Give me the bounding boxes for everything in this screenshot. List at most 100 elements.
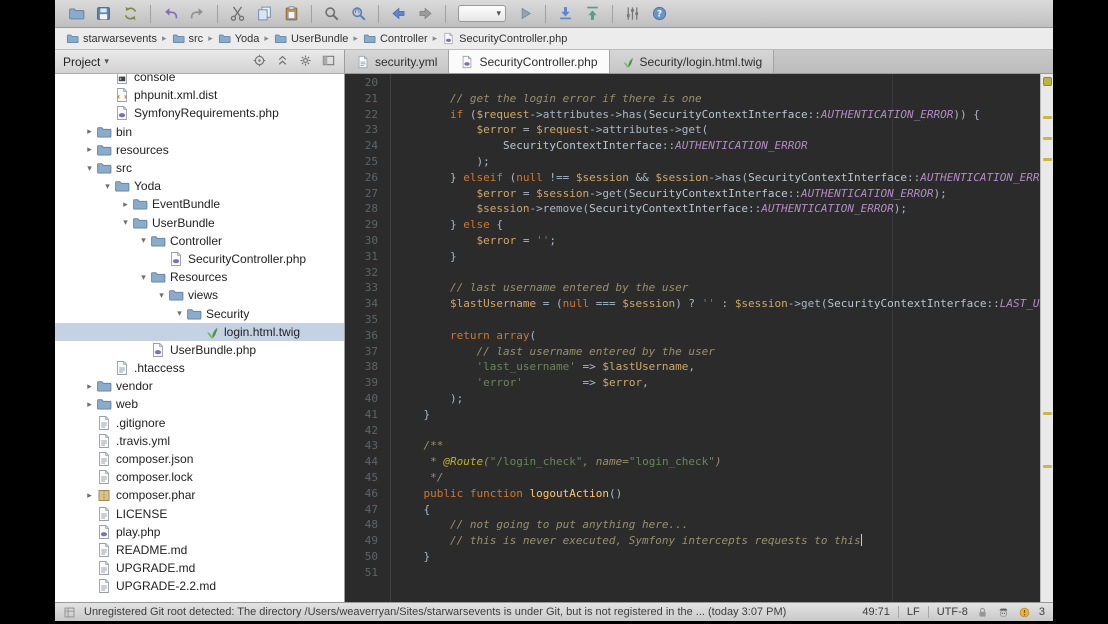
code-line[interactable]: 'last_username' => $lastUsername, <box>391 360 1040 376</box>
gear-button[interactable] <box>298 53 313 71</box>
code-line[interactable]: // last username entered by the user <box>391 345 1040 361</box>
find-button[interactable] <box>319 2 344 26</box>
status-message[interactable]: Unregistered Git root detected: The dire… <box>84 606 854 618</box>
code-line[interactable]: // last username entered by the user <box>391 281 1040 297</box>
code-area[interactable]: // get the login error if there is one i… <box>391 74 1040 602</box>
tree-item-web[interactable]: ▸ web <box>55 395 344 413</box>
error-stripe-mark[interactable] <box>1043 464 1052 468</box>
help-button[interactable]: ? <box>647 2 672 26</box>
tree-item-securitycontroller-php[interactable]: SecurityController.php <box>55 250 344 268</box>
hector-button[interactable] <box>997 606 1010 619</box>
encoding-indicator[interactable]: UTF-8 <box>937 606 968 618</box>
code-line[interactable]: } <box>391 408 1040 424</box>
tree-item-upgrade-2-2-md[interactable]: UPGRADE-2.2.md <box>55 577 344 595</box>
tree-item-eventbundle[interactable]: ▸ EventBundle <box>55 195 344 213</box>
expand-arrow-icon[interactable]: ▸ <box>83 490 96 501</box>
breadcrumb-item-securitycontroller-php[interactable]: SecurityController.php <box>439 32 570 45</box>
code-line[interactable]: */ <box>391 471 1040 487</box>
back-button[interactable] <box>386 2 411 26</box>
run-button[interactable] <box>513 2 538 26</box>
expand-arrow-icon[interactable]: ▸ <box>83 399 96 410</box>
error-stripe-mark[interactable] <box>1043 158 1052 162</box>
code-line[interactable]: $error = $session->get(SecurityContextIn… <box>391 187 1040 203</box>
collapse-arrow-icon[interactable]: ▾ <box>101 181 114 192</box>
tree-item-composer-json[interactable]: composer.json <box>55 450 344 468</box>
tree-item-yoda[interactable]: ▾ Yoda <box>55 177 344 195</box>
collapse-arrow-icon[interactable]: ▾ <box>137 272 150 283</box>
tree-item-readme-md[interactable]: README.md <box>55 541 344 559</box>
tree-item-userbundle-php[interactable]: UserBundle.php <box>55 341 344 359</box>
code-line[interactable]: ); <box>391 155 1040 171</box>
expand-arrow-icon[interactable]: ▸ <box>83 381 96 392</box>
tree-item-vendor[interactable]: ▸ vendor <box>55 377 344 395</box>
hide-button[interactable] <box>321 53 336 71</box>
tab-security-yml[interactable]: security.yml <box>345 50 450 73</box>
tree-item-composer-lock[interactable]: composer.lock <box>55 468 344 486</box>
expand-arrow-icon[interactable]: ▸ <box>119 199 132 210</box>
statusbar-toggle-button[interactable] <box>63 606 76 619</box>
tree-item-htaccess[interactable]: .htaccess <box>55 359 344 377</box>
tree-item-security[interactable]: ▾ Security <box>55 304 344 322</box>
code-line[interactable]: } <box>391 550 1040 566</box>
expand-arrow-icon[interactable]: ▸ <box>83 144 96 155</box>
line-separator-indicator[interactable]: LF <box>907 606 920 618</box>
tree-item-controller[interactable]: ▾ Controller <box>55 232 344 250</box>
undo-button[interactable] <box>158 2 183 26</box>
code-line[interactable]: /** <box>391 439 1040 455</box>
error-stripe-mark[interactable] <box>1043 411 1052 415</box>
tree-item-play-php[interactable]: play.php <box>55 523 344 541</box>
code-line[interactable]: SecurityContextInterface::AUTHENTICATION… <box>391 139 1040 155</box>
error-stripe-mark[interactable] <box>1043 116 1052 120</box>
redo-button[interactable] <box>185 2 210 26</box>
tab-securitycontroller-php[interactable]: SecurityController.php <box>449 50 610 73</box>
synchronize-button[interactable] <box>118 2 143 26</box>
collapse-arrow-icon[interactable]: ▾ <box>137 235 150 246</box>
collapse-arrow-icon[interactable]: ▾ <box>83 163 96 174</box>
tree-item-userbundle[interactable]: ▾ UserBundle <box>55 214 344 232</box>
expand-arrow-icon[interactable]: ▸ <box>83 126 96 137</box>
project-pane-title[interactable]: Project ▾ <box>63 55 109 69</box>
code-line[interactable]: $error = $request->attributes->get( <box>391 123 1040 139</box>
copy-button[interactable] <box>252 2 277 26</box>
inspection-indicator-icon[interactable] <box>1043 77 1052 86</box>
code-line[interactable]: $session->remove(SecurityContextInterfac… <box>391 202 1040 218</box>
tree-item-symfonyrequirements-php[interactable]: SymfonyRequirements.php <box>55 104 344 122</box>
breadcrumb-item-starwarsevents[interactable]: starwarsevents <box>63 32 160 45</box>
forward-button[interactable] <box>413 2 438 26</box>
settings-button[interactable] <box>620 2 645 26</box>
code-line[interactable]: $lastUsername = (null === $session) ? ''… <box>391 297 1040 313</box>
tree-item-license[interactable]: LICENSE <box>55 505 344 523</box>
tree-item-login-html-twig[interactable]: login.html.twig <box>55 322 344 341</box>
update-project-button[interactable] <box>553 2 578 26</box>
breadcrumb-item-yoda[interactable]: Yoda <box>215 32 263 45</box>
readonly-lock-button[interactable] <box>976 606 989 619</box>
code-line[interactable]: } elseif (null !== $session && $session-… <box>391 171 1040 187</box>
open-folder-button[interactable] <box>64 2 89 26</box>
code-line[interactable] <box>391 424 1040 440</box>
tree-item-resources[interactable]: ▾ Resources <box>55 268 344 286</box>
tree-item-resources[interactable]: ▸ resources <box>55 141 344 159</box>
code-line[interactable]: ); <box>391 392 1040 408</box>
code-line[interactable] <box>391 266 1040 282</box>
tree-item-views[interactable]: ▾ views <box>55 286 344 304</box>
tree-item-upgrade-md[interactable]: UPGRADE.md <box>55 559 344 577</box>
breadcrumb-item-src[interactable]: src <box>169 32 207 45</box>
save-all-button[interactable] <box>91 2 116 26</box>
code-line[interactable]: return array( <box>391 329 1040 345</box>
tab-security-login-html-twig[interactable]: Security/login.html.twig <box>609 50 775 73</box>
breadcrumb-item-userbundle[interactable]: UserBundle <box>271 32 351 45</box>
run-config-select[interactable]: ▾ <box>458 5 506 22</box>
code-line[interactable]: * @Route("/login_check", name="login_che… <box>391 455 1040 471</box>
caret-position[interactable]: 49:71 <box>862 606 890 618</box>
code-line[interactable] <box>391 76 1040 92</box>
code-line[interactable]: // not going to put anything here... <box>391 518 1040 534</box>
code-line[interactable]: if ($request->attributes->has(SecurityCo… <box>391 108 1040 124</box>
code-line[interactable]: } else { <box>391 218 1040 234</box>
tree-item-src[interactable]: ▾ src <box>55 159 344 177</box>
code-line[interactable]: // this is never executed, Symfony inter… <box>391 534 1040 550</box>
cut-button[interactable] <box>225 2 250 26</box>
tree-item-console[interactable]: console <box>55 74 344 86</box>
tree-item-phpunit-xml-dist[interactable]: phpunit.xml.dist <box>55 86 344 104</box>
code-line[interactable]: { <box>391 503 1040 519</box>
replace-button[interactable] <box>346 2 371 26</box>
